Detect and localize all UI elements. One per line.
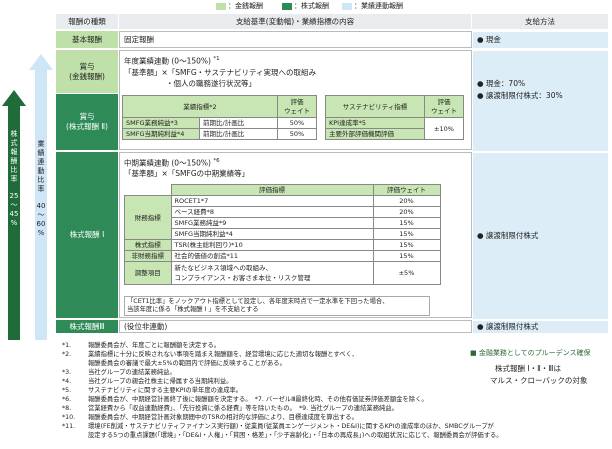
table-row: SMFG当期純利益*4 15% xyxy=(125,228,441,240)
bonus-sustainability-table: サステナビリティ指標 評価 ウェイト KPI達成率*5 ±10% 主要外部評価機関… xyxy=(325,95,464,140)
legend-swatch-dark-green xyxy=(282,3,292,10)
table-row: SMFG業務純益*9 15% xyxy=(125,217,441,229)
bonus-method: ● 現金：70% ● 譲渡制限付株式：30% xyxy=(472,50,609,152)
legend-swatch-green xyxy=(216,3,226,10)
bonus-performance-table: 業績指標*2 評価 ウェイト SMFG業務純益*3 前期比/計画比 50% SMF… xyxy=(122,95,317,140)
base-pay-text: 固定報酬 xyxy=(124,35,154,44)
table-row: SMFG当期純利益*4 前期比/計画比 50% xyxy=(122,128,317,140)
cet1-note: 「CET1比率」をノックアウト指標として設定し、各年度末時点で一定水準を下回った… xyxy=(124,296,430,316)
stock1-content: 中期業績連動 (0〜150%) *6 「基準額」×「SMFGの中期業績等」 評価… xyxy=(119,152,472,318)
label-stock-1: 株式報酬 Ⅰ xyxy=(56,152,118,318)
table-row: KPI達成率*5 ±10% xyxy=(325,117,464,140)
stock1-method: ● 譲渡制限付株式 xyxy=(472,152,609,320)
label-base-pay: 基本報酬 xyxy=(56,31,118,48)
table-row: 株式指標 TSR(株主総利回り)*10 15% xyxy=(124,239,441,251)
performance-ratio-label: 業績連動比率 40 〜 60% xyxy=(36,140,46,237)
table-row: SMFG業務純益*3 前期比/計画比 50% xyxy=(122,117,317,129)
bonus-title: 年度業績連動 (0〜150%) *1 xyxy=(124,56,220,66)
legend-blue: ：業績連動報酬 xyxy=(354,2,403,10)
header-basis: 支給基準(変動幅)・業績指標の内容 xyxy=(119,14,471,29)
table-row: 財務指標 ROCET1*7 20% xyxy=(124,195,441,240)
stock1-table: 評価指標 評価ウェイト 財務指標 ROCET1*7 20% ベース経費*8 20% … xyxy=(124,184,441,285)
bonus-content: 年度業績連動 (0〜150%) *1 「基準額」×「SMFG・サステナビリティ実… xyxy=(119,50,472,150)
label-bonus-cash: 賞与 (金銭報酬) xyxy=(56,50,118,93)
legend-green: ：金銭報酬 xyxy=(228,2,263,10)
bonus-formula-1: 「基準額」×「SMFG・サステナビリティ実現への取組み xyxy=(124,68,317,77)
legend-swatch-blue xyxy=(342,3,352,10)
base-pay-content: 固定報酬 xyxy=(119,31,472,48)
table-row: 調整項目 新たなビジネス領域への取組み、 コンプライアンス・お客さま本位・リスク管… xyxy=(124,261,441,285)
header-method: 支給方法 xyxy=(472,14,608,29)
stock-ratio-label: 株式報酬比率 25 〜 45% xyxy=(9,130,19,227)
label-bonus-stock: 賞与 (株式報酬 Ⅱ) xyxy=(56,94,118,150)
table-row: 非財務指標 社会的価値の創造*11 15% xyxy=(124,250,441,262)
stock3-method: ● 譲渡制限付株式 xyxy=(472,320,609,334)
footnotes: *1. 報酬委員会が、年度ごとに報酬額を決定する。 *2. 業績指標に十分に反映され… xyxy=(62,342,503,439)
header-type: 報酬の種類 xyxy=(56,14,118,29)
label-stock-3: 株式報酬Ⅲ xyxy=(56,320,118,333)
table-row: ベース経費*8 20% xyxy=(125,206,441,218)
stock1-title: 中期業績連動 (0〜150%) *6 xyxy=(124,158,220,168)
stock1-formula: 「基準額」×「SMFGの中期業績等」 xyxy=(124,169,250,178)
base-pay-method: ● 現金 xyxy=(472,31,609,49)
stock3-content: (役位非連動) xyxy=(119,320,472,333)
bonus-formula-2: ・個人の職務遂行状況等」 xyxy=(166,79,256,88)
legend-dark-green: ：株式報酬 xyxy=(294,2,329,10)
